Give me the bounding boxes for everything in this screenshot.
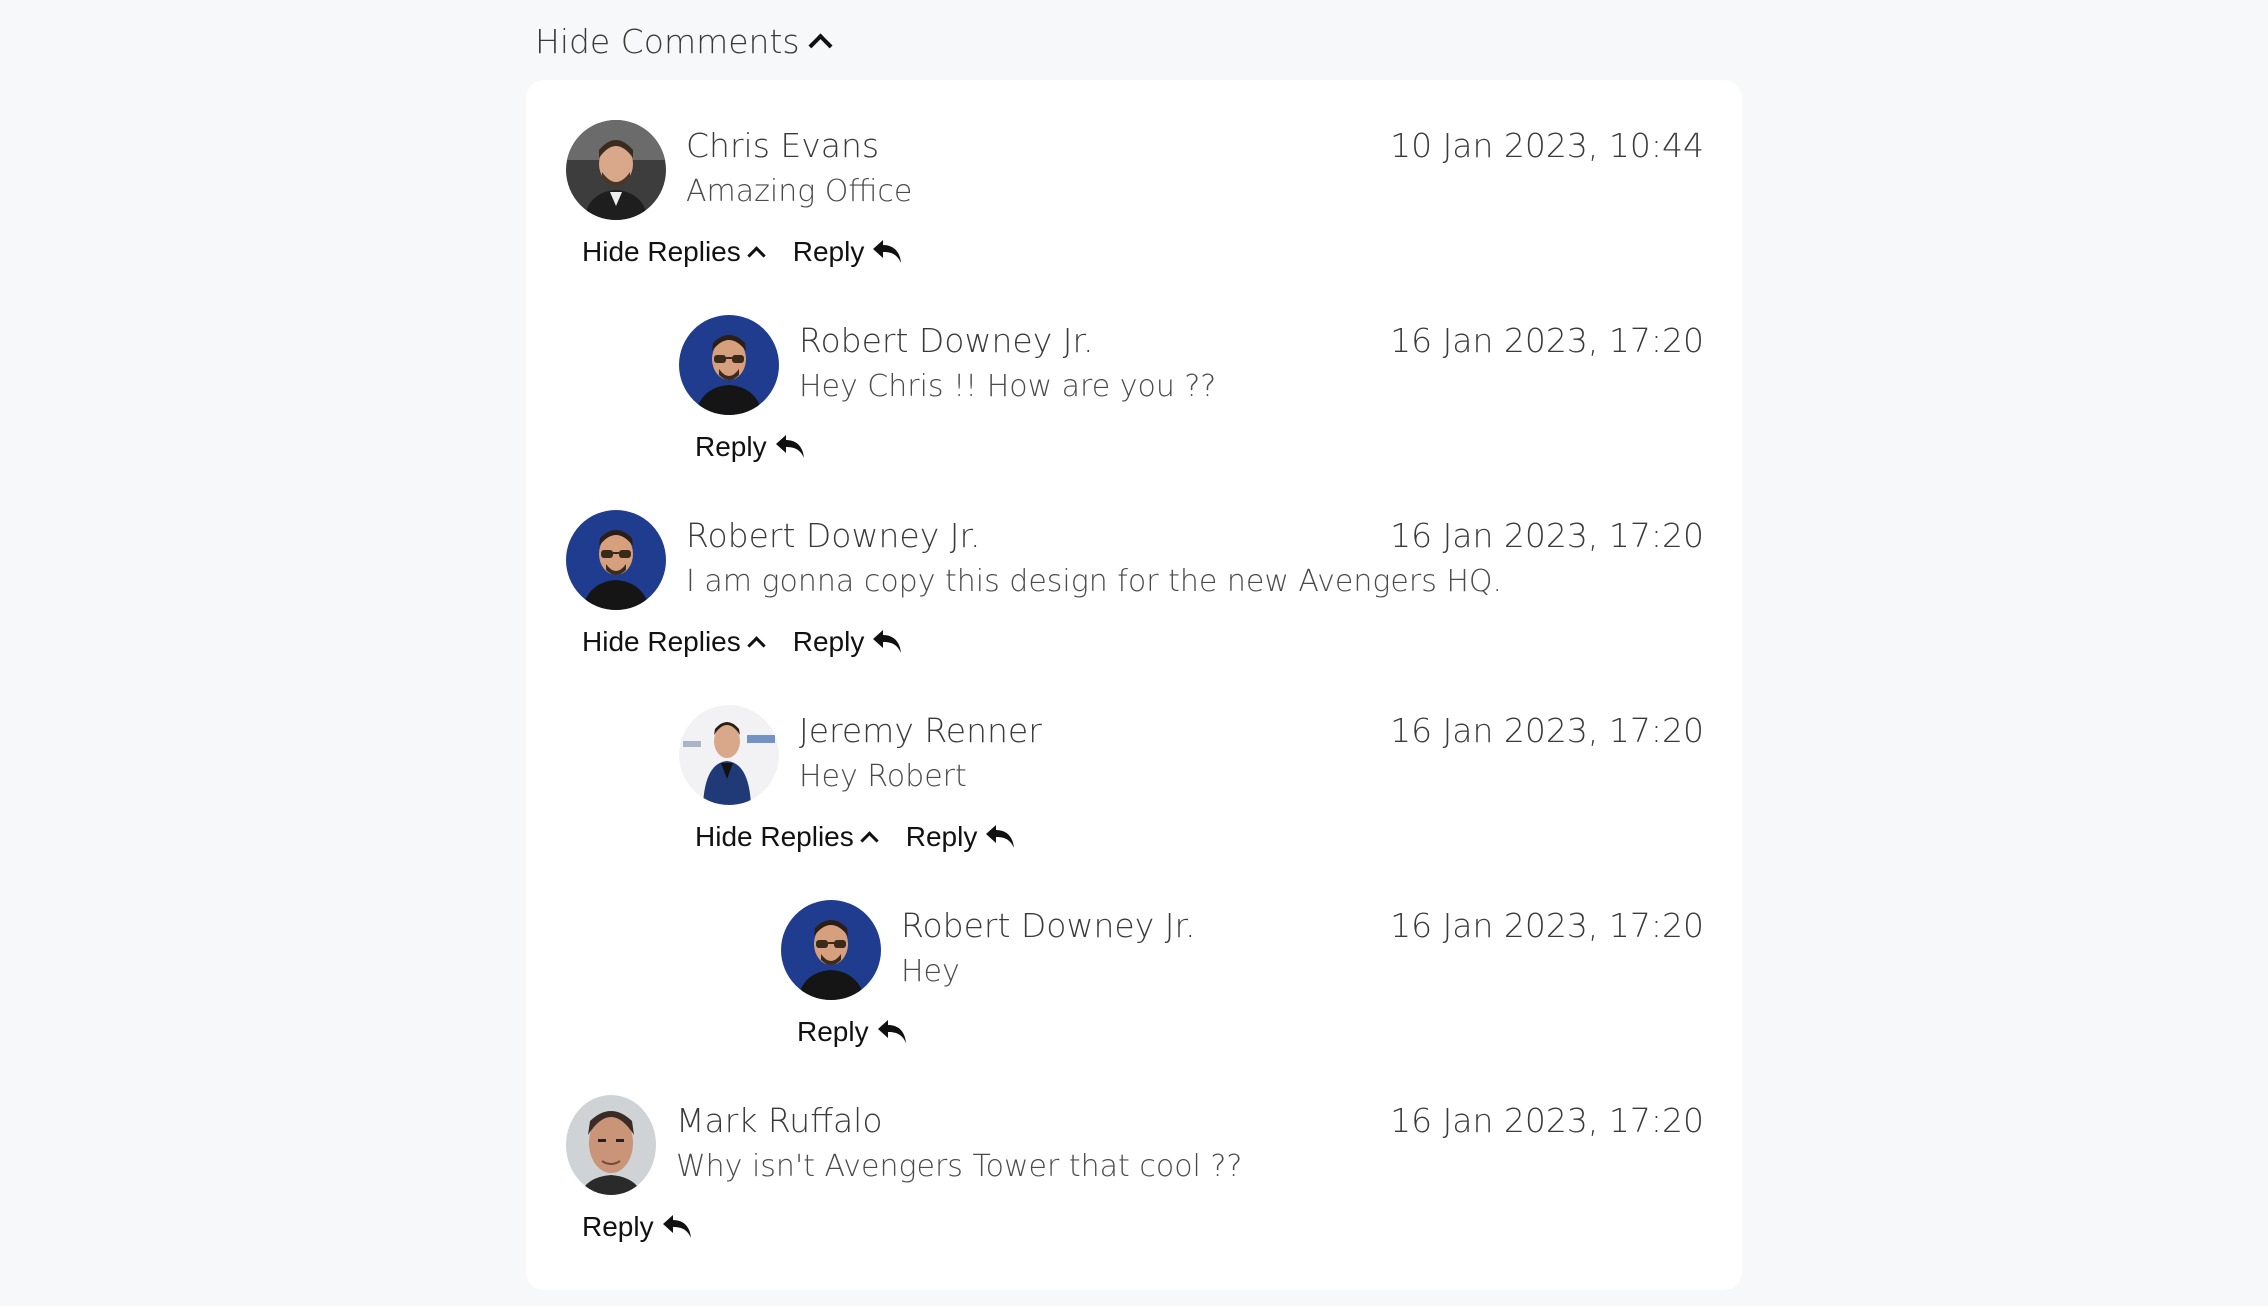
hide-comments-toggle[interactable]: Hide Comments [535, 16, 833, 66]
reply-label: Reply [792, 236, 865, 267]
comment-author: Mark Ruffalo [676, 1101, 883, 1140]
reply-button[interactable]: Reply [906, 821, 1016, 853]
reply-icon [877, 1020, 906, 1043]
comment-actions: Reply [797, 1012, 937, 1052]
reply-icon [662, 1215, 691, 1238]
chevron-up-icon [747, 245, 766, 265]
reply-label: Reply [695, 431, 767, 462]
reply-icon [873, 240, 902, 263]
avatar [781, 900, 881, 1000]
hide-replies-button[interactable]: Hide Replies [695, 821, 879, 853]
comment-text: Hey Robert [799, 759, 967, 794]
avatar [566, 510, 666, 610]
comment-actions: Hide Replies Reply [695, 817, 1045, 857]
reply-label: Reply [905, 821, 978, 852]
avatar [566, 120, 666, 220]
comment: Jeremy Renner Hey Robert 16 Jan 2023, 17… [679, 705, 1704, 895]
comment-text: Why isn't Avengers Tower that cool ?? [676, 1149, 1243, 1184]
comment-timestamp: 16 Jan 2023, 17:20 [1390, 1101, 1704, 1140]
chevron-up-icon [808, 32, 833, 58]
hide-replies-label: Hide Replies [582, 236, 741, 267]
comment: Robert Downey Jr. Hey 16 Jan 2023, 17:20… [781, 900, 1704, 1090]
reply-label: Reply [797, 1016, 869, 1047]
comment-text: Hey Chris !! How are you ?? [799, 369, 1217, 404]
comment: Robert Downey Jr. I am gonna copy this d… [566, 510, 1704, 700]
comment: Robert Downey Jr. Hey Chris !! How are y… [679, 315, 1704, 505]
comment: Chris Evans Amazing Office 10 Jan 2023, … [566, 120, 1704, 310]
reply-button[interactable]: Reply [582, 1211, 692, 1243]
comment-actions: Hide Replies Reply [582, 232, 932, 272]
hide-comments-label: Hide Comments [535, 21, 800, 61]
comment-author: Robert Downey Jr. [799, 321, 1094, 360]
comment-text: I am gonna copy this design for the new … [686, 564, 1503, 599]
reply-button[interactable]: Reply [797, 1016, 907, 1048]
comment-timestamp: 16 Jan 2023, 17:20 [1390, 516, 1704, 555]
comment-actions: Reply [695, 427, 835, 467]
comment-timestamp: 16 Jan 2023, 17:20 [1390, 321, 1704, 360]
reply-icon [775, 435, 804, 458]
comment-author: Jeremy Renner [799, 711, 1042, 750]
reply-button[interactable]: Reply [695, 431, 805, 463]
reply-icon [986, 825, 1015, 848]
comment-timestamp: 10 Jan 2023, 10:44 [1390, 126, 1704, 165]
comment-actions: Hide Replies Reply [582, 622, 932, 662]
comment-author: Chris Evans [686, 126, 880, 165]
comment-timestamp: 16 Jan 2023, 17:20 [1390, 906, 1704, 945]
comment: Mark Ruffalo Why isn't Avengers Tower th… [566, 1095, 1704, 1285]
hide-replies-label: Hide Replies [582, 626, 741, 657]
reply-button[interactable]: Reply [793, 236, 903, 268]
comments-card: Chris Evans Amazing Office 10 Jan 2023, … [526, 80, 1742, 1290]
comment-text: Hey [901, 954, 960, 989]
chevron-up-icon [747, 635, 766, 655]
reply-icon [873, 630, 902, 653]
comment-text: Amazing Office [686, 174, 913, 209]
comment-author: Robert Downey Jr. [686, 516, 981, 555]
reply-button[interactable]: Reply [793, 626, 903, 658]
comment-timestamp: 16 Jan 2023, 17:20 [1390, 711, 1704, 750]
hide-replies-label: Hide Replies [695, 821, 854, 852]
comment-author: Robert Downey Jr. [901, 906, 1196, 945]
avatar [566, 1095, 656, 1195]
chevron-up-icon [860, 830, 879, 850]
comment-actions: Reply [582, 1207, 722, 1247]
hide-replies-button[interactable]: Hide Replies [582, 626, 766, 658]
hide-replies-button[interactable]: Hide Replies [582, 236, 766, 268]
avatar [679, 705, 779, 805]
reply-label: Reply [792, 626, 865, 657]
reply-label: Reply [582, 1211, 654, 1242]
avatar [679, 315, 779, 415]
